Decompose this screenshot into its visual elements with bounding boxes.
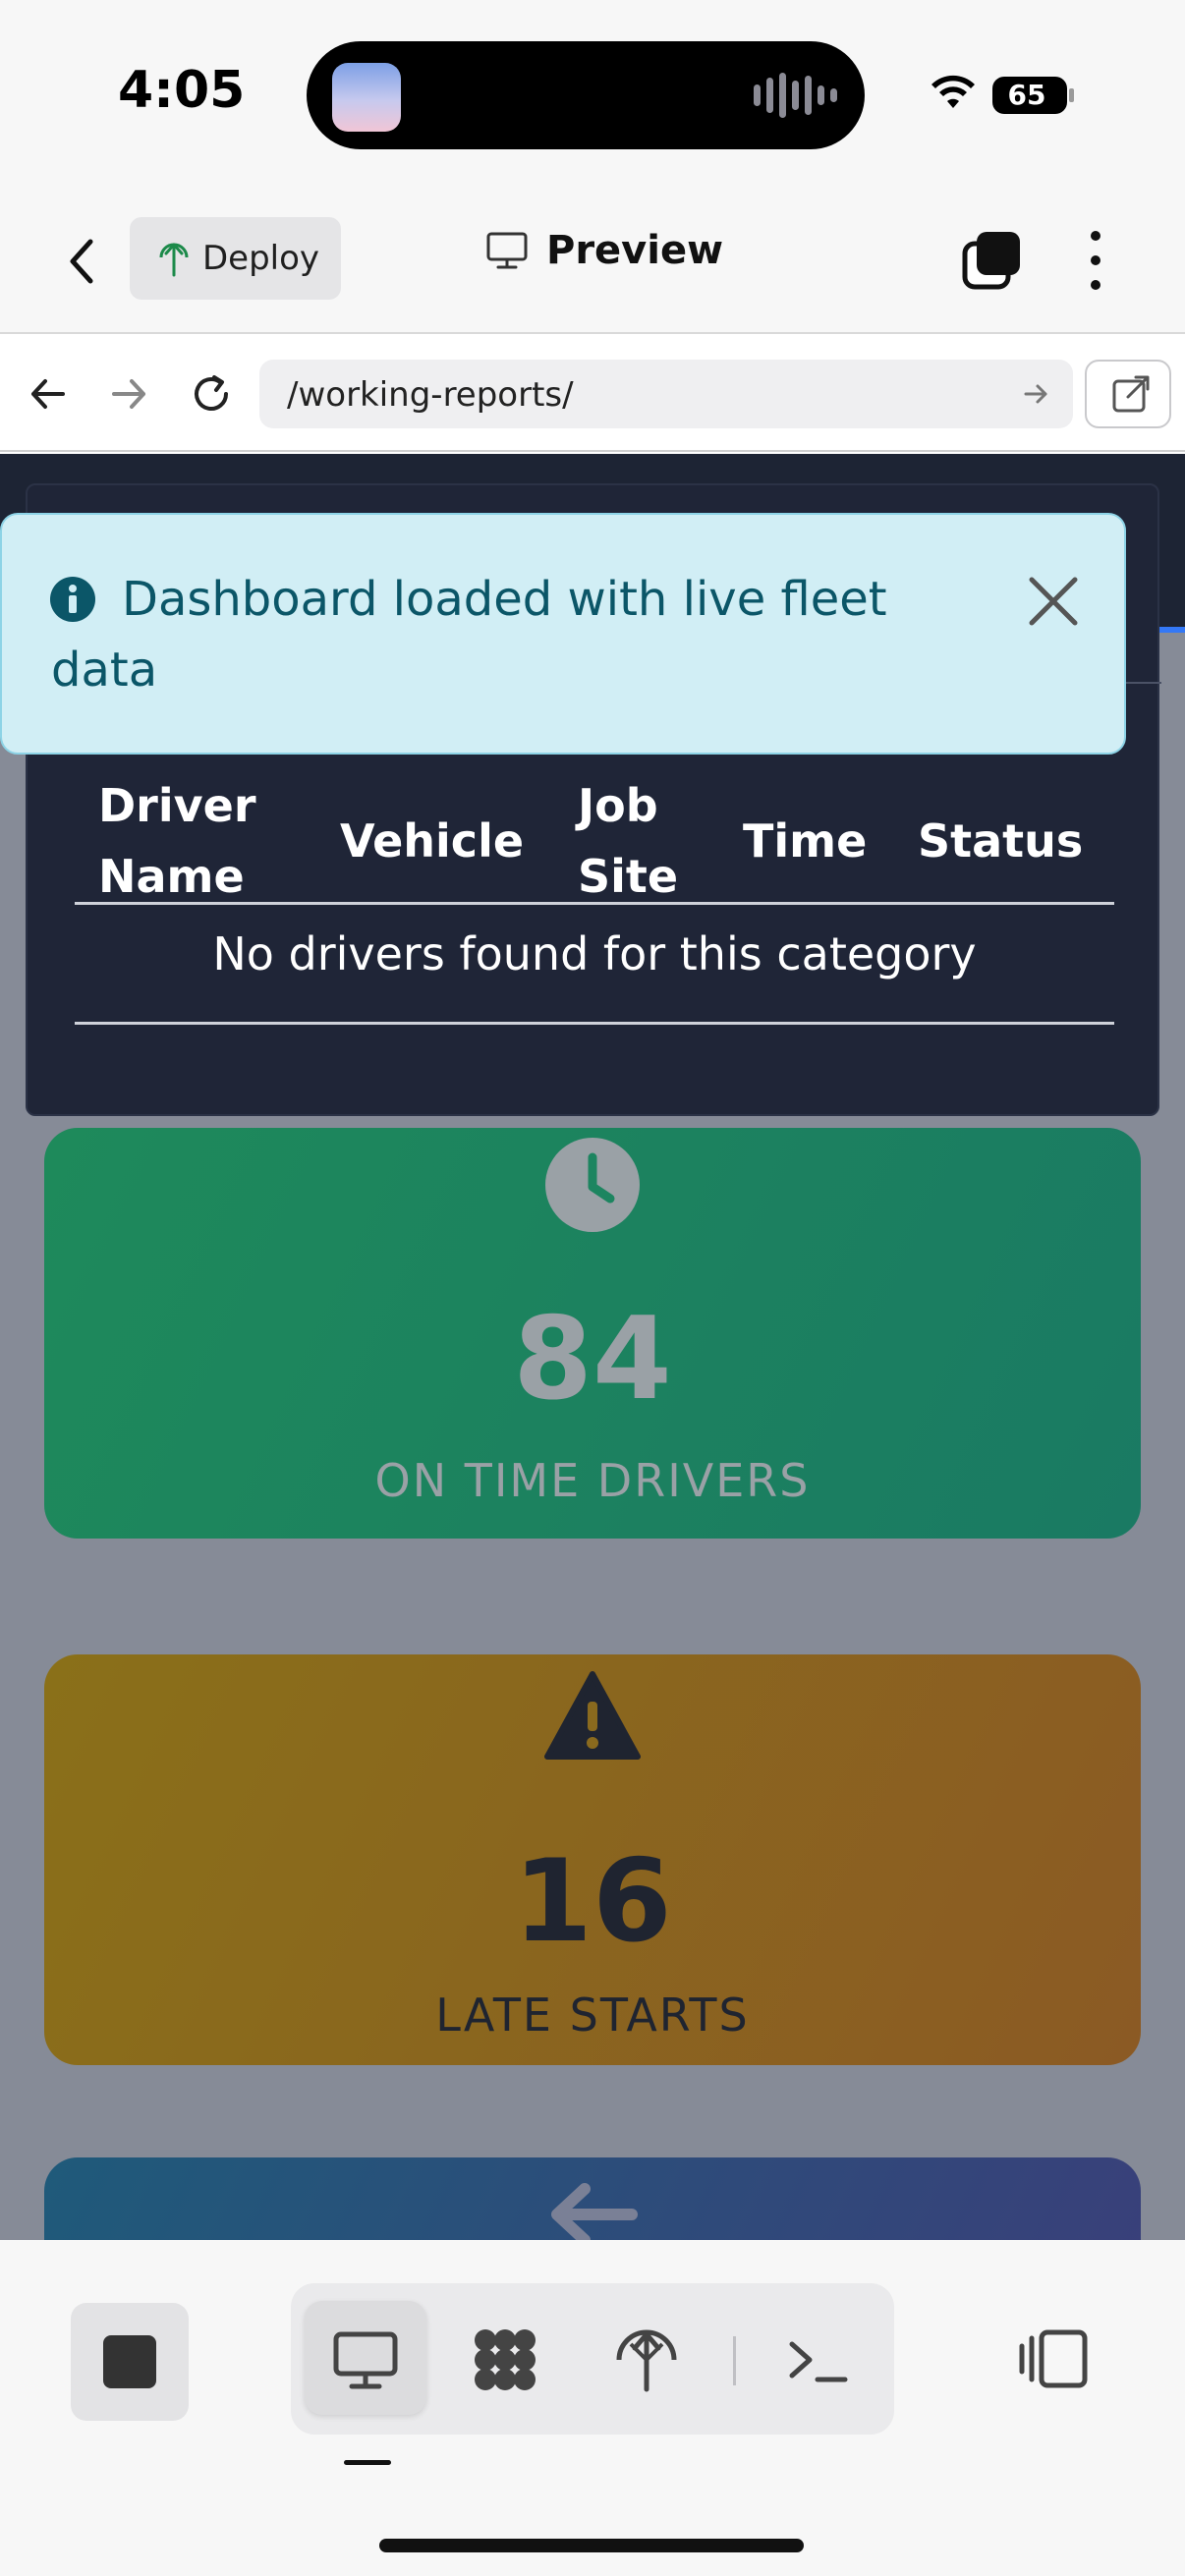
battery-level: 65 (1007, 79, 1046, 111)
external-link-icon (1112, 375, 1150, 413)
more-options-icon[interactable] (1081, 226, 1110, 295)
tabs-icon[interactable] (961, 230, 1022, 291)
column-header-status: Status (918, 814, 1084, 868)
stat-value-late-starts: 16 (513, 1835, 672, 1968)
dynamic-island (307, 41, 865, 149)
audio-waveform-icon (754, 71, 837, 120)
empty-table-message: No drivers found for this category (212, 927, 977, 980)
back-icon[interactable] (57, 232, 106, 291)
url-input[interactable]: /working-reports/ (259, 360, 1073, 428)
monitor-icon (486, 232, 528, 269)
side-panel-icon[interactable] (1018, 2328, 1089, 2389)
preview-icon[interactable] (330, 2324, 401, 2395)
warning-icon (544, 1671, 641, 1760)
stat-card-on-time[interactable]: 84 ON TIME DRIVERS (44, 1128, 1141, 1539)
browser-back-icon[interactable] (24, 369, 73, 419)
table-bottom-divider (75, 1022, 1114, 1025)
deploy-icon (159, 243, 189, 277)
home-indicator[interactable] (379, 2539, 804, 2552)
active-tab-indicator (1159, 627, 1185, 633)
clock-icon (545, 1138, 640, 1232)
url-bar: /working-reports/ (0, 336, 1185, 452)
integrations-icon[interactable] (470, 2324, 540, 2395)
stop-icon (103, 2335, 156, 2388)
app-toolbar: Deploy Preview (0, 187, 1185, 334)
status-bar: 4:05 65 (0, 0, 1185, 187)
mode-switcher (291, 2283, 894, 2435)
column-header-driver-name: Driver Name (98, 779, 256, 903)
battery-icon: 65 (992, 77, 1067, 114)
arrow-left-icon (551, 2183, 638, 2240)
stat-card-third[interactable] (44, 2157, 1141, 2240)
now-playing-app-icon (332, 63, 401, 132)
browser-forward-icon[interactable] (104, 369, 153, 419)
url-text: /working-reports/ (287, 375, 574, 415)
info-toast: Dashboard loaded with live fleet data (0, 513, 1126, 755)
terminal-icon[interactable] (784, 2324, 855, 2395)
table-header-divider (75, 902, 1114, 905)
toast-message: Dashboard loaded with live fleet data (51, 572, 887, 698)
stat-value-on-time: 84 (513, 1293, 672, 1426)
column-header-job-site: Job Site (578, 779, 679, 903)
stop-button[interactable] (71, 2303, 189, 2421)
deploy-icon[interactable] (611, 2324, 682, 2395)
stat-label-on-time: ON TIME DRIVERS (374, 1454, 811, 1507)
column-header-vehicle: Vehicle (340, 814, 525, 868)
go-arrow-icon[interactable] (1022, 379, 1051, 409)
reload-icon[interactable] (187, 369, 236, 419)
preview-title: Preview (485, 228, 723, 273)
active-mode-underline (344, 2460, 391, 2465)
battery-cap (1069, 88, 1074, 102)
bottom-bar (0, 2240, 1185, 2576)
stat-label-late-starts: LATE STARTS (435, 1988, 750, 2042)
stat-card-late-starts[interactable]: 16 LATE STARTS (44, 1654, 1141, 2065)
preview-label: Preview (546, 228, 724, 273)
column-header-time: Time (743, 814, 868, 868)
deploy-label: Deploy (202, 239, 320, 278)
close-icon[interactable] (1024, 572, 1083, 631)
status-time: 4:05 (118, 61, 246, 120)
open-external-button[interactable] (1085, 360, 1171, 428)
wifi-icon (931, 75, 975, 108)
mode-separator (733, 2336, 736, 2385)
deploy-button[interactable]: Deploy (130, 217, 341, 300)
